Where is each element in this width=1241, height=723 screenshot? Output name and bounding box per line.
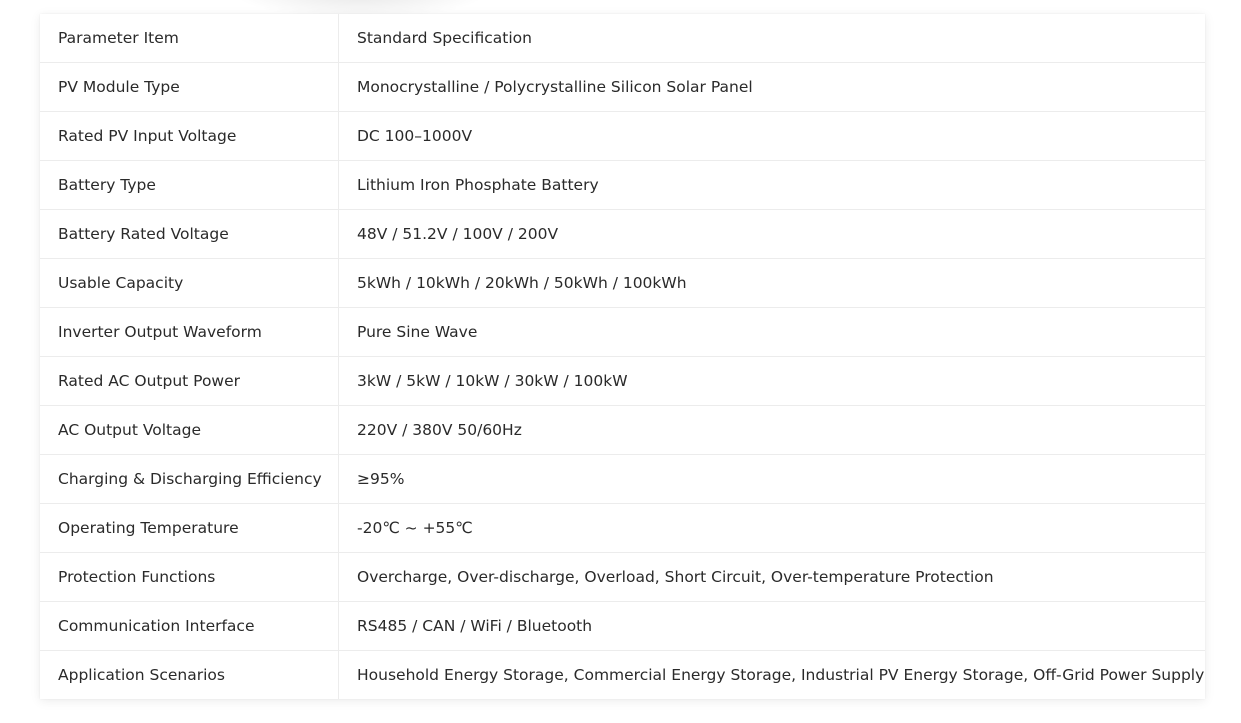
table-row: Protection Functions Overcharge, Over-di… xyxy=(40,552,1205,602)
table-row: Application Scenarios Household Energy S… xyxy=(40,650,1205,699)
table-row: Inverter Output Waveform Pure Sine Wave xyxy=(40,307,1205,357)
param-cell: Inverter Output Waveform xyxy=(40,307,339,357)
param-cell: PV Module Type xyxy=(40,62,339,112)
table-row: Rated PV Input Voltage DC 100–1000V xyxy=(40,111,1205,161)
header-param-cell: Parameter Item xyxy=(40,14,339,63)
param-cell: Application Scenarios xyxy=(40,650,339,699)
spec-cell: 220V / 380V 50/60Hz xyxy=(338,405,1205,455)
spec-table: Parameter Item Standard Specification PV… xyxy=(40,14,1205,699)
param-cell: Usable Capacity xyxy=(40,258,339,308)
table-row: AC Output Voltage 220V / 380V 50/60Hz xyxy=(40,405,1205,455)
spec-cell: 5kWh / 10kWh / 20kWh / 50kWh / 100kWh xyxy=(338,258,1205,308)
header-spec-cell: Standard Specification xyxy=(338,14,1205,63)
table-row: PV Module Type Monocrystalline / Polycry… xyxy=(40,62,1205,112)
table-header-row: Parameter Item Standard Specification xyxy=(40,14,1205,63)
table-row: Battery Rated Voltage 48V / 51.2V / 100V… xyxy=(40,209,1205,259)
table-row: Charging & Discharging Efficiency ≥95% xyxy=(40,454,1205,504)
param-cell: Charging & Discharging Efficiency xyxy=(40,454,339,504)
spec-cell: DC 100–1000V xyxy=(338,111,1205,161)
spec-cell: 48V / 51.2V / 100V / 200V xyxy=(338,209,1205,259)
table-row: Operating Temperature -20℃ ~ +55℃ xyxy=(40,503,1205,553)
param-cell: Rated AC Output Power xyxy=(40,356,339,406)
param-cell: Operating Temperature xyxy=(40,503,339,553)
spec-cell: Household Energy Storage, Commercial Ene… xyxy=(338,650,1205,699)
param-cell: Battery Rated Voltage xyxy=(40,209,339,259)
spec-cell: 3kW / 5kW / 10kW / 30kW / 100kW xyxy=(338,356,1205,406)
spec-cell: RS485 / CAN / WiFi / Bluetooth xyxy=(338,601,1205,651)
param-cell: Battery Type xyxy=(40,160,339,210)
table-row: Usable Capacity 5kWh / 10kWh / 20kWh / 5… xyxy=(40,258,1205,308)
spec-cell: -20℃ ~ +55℃ xyxy=(338,503,1205,553)
spec-cell: Lithium Iron Phosphate Battery xyxy=(338,160,1205,210)
spec-cell: Overcharge, Over-discharge, Overload, Sh… xyxy=(338,552,1205,602)
table-row: Battery Type Lithium Iron Phosphate Batt… xyxy=(40,160,1205,210)
param-cell: AC Output Voltage xyxy=(40,405,339,455)
spec-table-container: Parameter Item Standard Specification PV… xyxy=(40,14,1205,699)
table-row: Communication Interface RS485 / CAN / Wi… xyxy=(40,601,1205,651)
param-cell: Communication Interface xyxy=(40,601,339,651)
param-cell: Protection Functions xyxy=(40,552,339,602)
param-cell: Rated PV Input Voltage xyxy=(40,111,339,161)
spec-cell: Pure Sine Wave xyxy=(338,307,1205,357)
table-row: Rated AC Output Power 3kW / 5kW / 10kW /… xyxy=(40,356,1205,406)
spec-cell: ≥95% xyxy=(338,454,1205,504)
spec-cell: Monocrystalline / Polycrystalline Silico… xyxy=(338,62,1205,112)
